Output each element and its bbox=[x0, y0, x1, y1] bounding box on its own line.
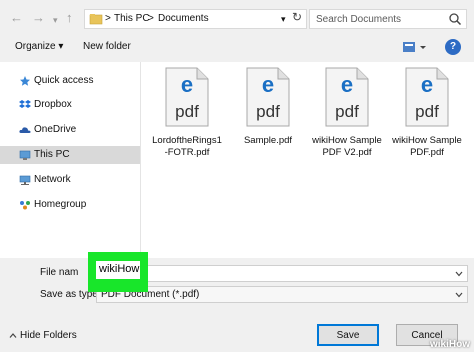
sidebar-item-label: This PC bbox=[34, 149, 70, 160]
sidebar-item-label: Dropbox bbox=[34, 99, 72, 110]
new-folder-button[interactable]: New folder bbox=[83, 41, 131, 52]
pdf-label: pdf bbox=[415, 102, 439, 121]
file-name-value: wikiHow bbox=[99, 263, 140, 275]
navigation-bar: ← → ▾ ↑ > This PC > Documents ▾ ↻ Search… bbox=[0, 0, 474, 36]
star-icon bbox=[20, 76, 30, 86]
file-name-label: File nam bbox=[40, 267, 79, 278]
file-name: wikiHow Sample PDF.pdf bbox=[392, 135, 462, 158]
file-item-wikihow-sample[interactable]: e pdf wikiHow Sample PDF.pdf bbox=[387, 67, 467, 159]
chevron-down-icon[interactable] bbox=[454, 290, 464, 300]
recent-locations-chevron-icon[interactable]: ▾ bbox=[53, 12, 58, 28]
sidebar-item-this-pc[interactable]: This PC bbox=[0, 146, 140, 164]
sidebar-item-homegroup[interactable]: Homegroup bbox=[0, 196, 140, 214]
search-box[interactable]: Search Documents bbox=[309, 9, 467, 29]
refresh-icon[interactable]: ↻ bbox=[292, 10, 302, 24]
dropbox-icon bbox=[19, 100, 31, 108]
file-name-input[interactable]: wikiHow bbox=[96, 261, 140, 279]
pdf-icon: e pdf bbox=[165, 67, 209, 127]
save-button[interactable]: Save bbox=[317, 324, 379, 346]
computer-icon bbox=[19, 150, 31, 160]
file-name-field[interactable] bbox=[96, 265, 468, 282]
sidebar-item-label: Network bbox=[34, 174, 71, 185]
sidebar-item-label: Quick access bbox=[34, 75, 94, 86]
svg-text:e: e bbox=[341, 72, 353, 97]
network-icon bbox=[19, 175, 31, 185]
pdf-icon: e pdf bbox=[405, 67, 449, 127]
file-name: Sample.pdf bbox=[243, 135, 293, 146]
file-item-sample[interactable]: e pdf Sample.pdf bbox=[228, 67, 308, 147]
address-dropdown-icon[interactable]: ▾ bbox=[281, 13, 286, 25]
file-name: wikiHow Sample PDF V2.pdf bbox=[312, 135, 382, 158]
sidebar-item-network[interactable]: Network bbox=[0, 171, 140, 189]
up-arrow-icon[interactable]: ↑ bbox=[66, 10, 73, 26]
sidebar-item-dropbox[interactable]: Dropbox bbox=[0, 96, 140, 114]
file-item-lordoftherings[interactable]: e pdf LordoftheRings1 -FOTR.pdf bbox=[147, 67, 227, 159]
pdf-label: pdf bbox=[335, 102, 359, 121]
file-item-wikihow-sample-v2[interactable]: e pdf wikiHow Sample PDF V2.pdf bbox=[307, 67, 387, 159]
file-name: LordoftheRings1 -FOTR.pdf bbox=[152, 135, 222, 158]
chevron-down-icon[interactable] bbox=[454, 269, 464, 279]
breadcrumb-this-pc[interactable]: This PC bbox=[114, 13, 150, 25]
back-arrow-icon[interactable]: ← bbox=[10, 10, 23, 26]
save-as-type-dropdown[interactable]: PDF Document (*.pdf) bbox=[96, 286, 468, 303]
svg-text:e: e bbox=[181, 72, 193, 97]
search-placeholder: Search Documents bbox=[316, 14, 402, 25]
organize-button[interactable]: Organize ▾ bbox=[15, 41, 63, 52]
homegroup-icon bbox=[20, 201, 30, 210]
file-name-highlight: wikiHow bbox=[88, 252, 148, 292]
pdf-label: pdf bbox=[256, 102, 280, 121]
svg-text:e: e bbox=[421, 72, 433, 97]
sidebar-item-label: Homegroup bbox=[34, 199, 87, 210]
pdf-label: pdf bbox=[175, 102, 199, 121]
address-separator: > bbox=[105, 13, 111, 24]
pdf-icon: e pdf bbox=[325, 67, 369, 127]
breadcrumb-documents[interactable]: Documents bbox=[158, 13, 209, 25]
sidebar-item-quick-access[interactable]: Quick access bbox=[0, 72, 140, 90]
cloud-icon bbox=[19, 127, 31, 133]
command-toolbar: Organize ▾ New folder ? bbox=[0, 36, 474, 60]
pdf-icon: e pdf bbox=[246, 67, 290, 127]
folder-icon bbox=[89, 14, 103, 25]
search-icon[interactable] bbox=[448, 12, 462, 26]
file-list: e pdf LordoftheRings1 -FOTR.pdf e pdf Sa… bbox=[141, 62, 474, 258]
wikihow-watermark: wikiHow bbox=[429, 339, 470, 350]
change-view-icon[interactable] bbox=[402, 41, 428, 53]
address-bar[interactable]: > This PC > Documents ▾ bbox=[84, 9, 307, 29]
svg-text:e: e bbox=[262, 72, 274, 97]
forward-arrow-icon[interactable]: → bbox=[32, 10, 45, 26]
help-button[interactable]: ? bbox=[445, 39, 461, 55]
hide-folders-button[interactable]: Hide Folders bbox=[20, 330, 77, 341]
chevron-up-icon[interactable] bbox=[8, 331, 18, 341]
address-separator: > bbox=[148, 13, 154, 24]
sidebar-item-label: OneDrive bbox=[34, 124, 77, 135]
navigation-pane: Quick access Dropbox OneDrive This PC Ne… bbox=[0, 62, 140, 258]
sidebar-item-onedrive[interactable]: OneDrive bbox=[0, 121, 140, 139]
